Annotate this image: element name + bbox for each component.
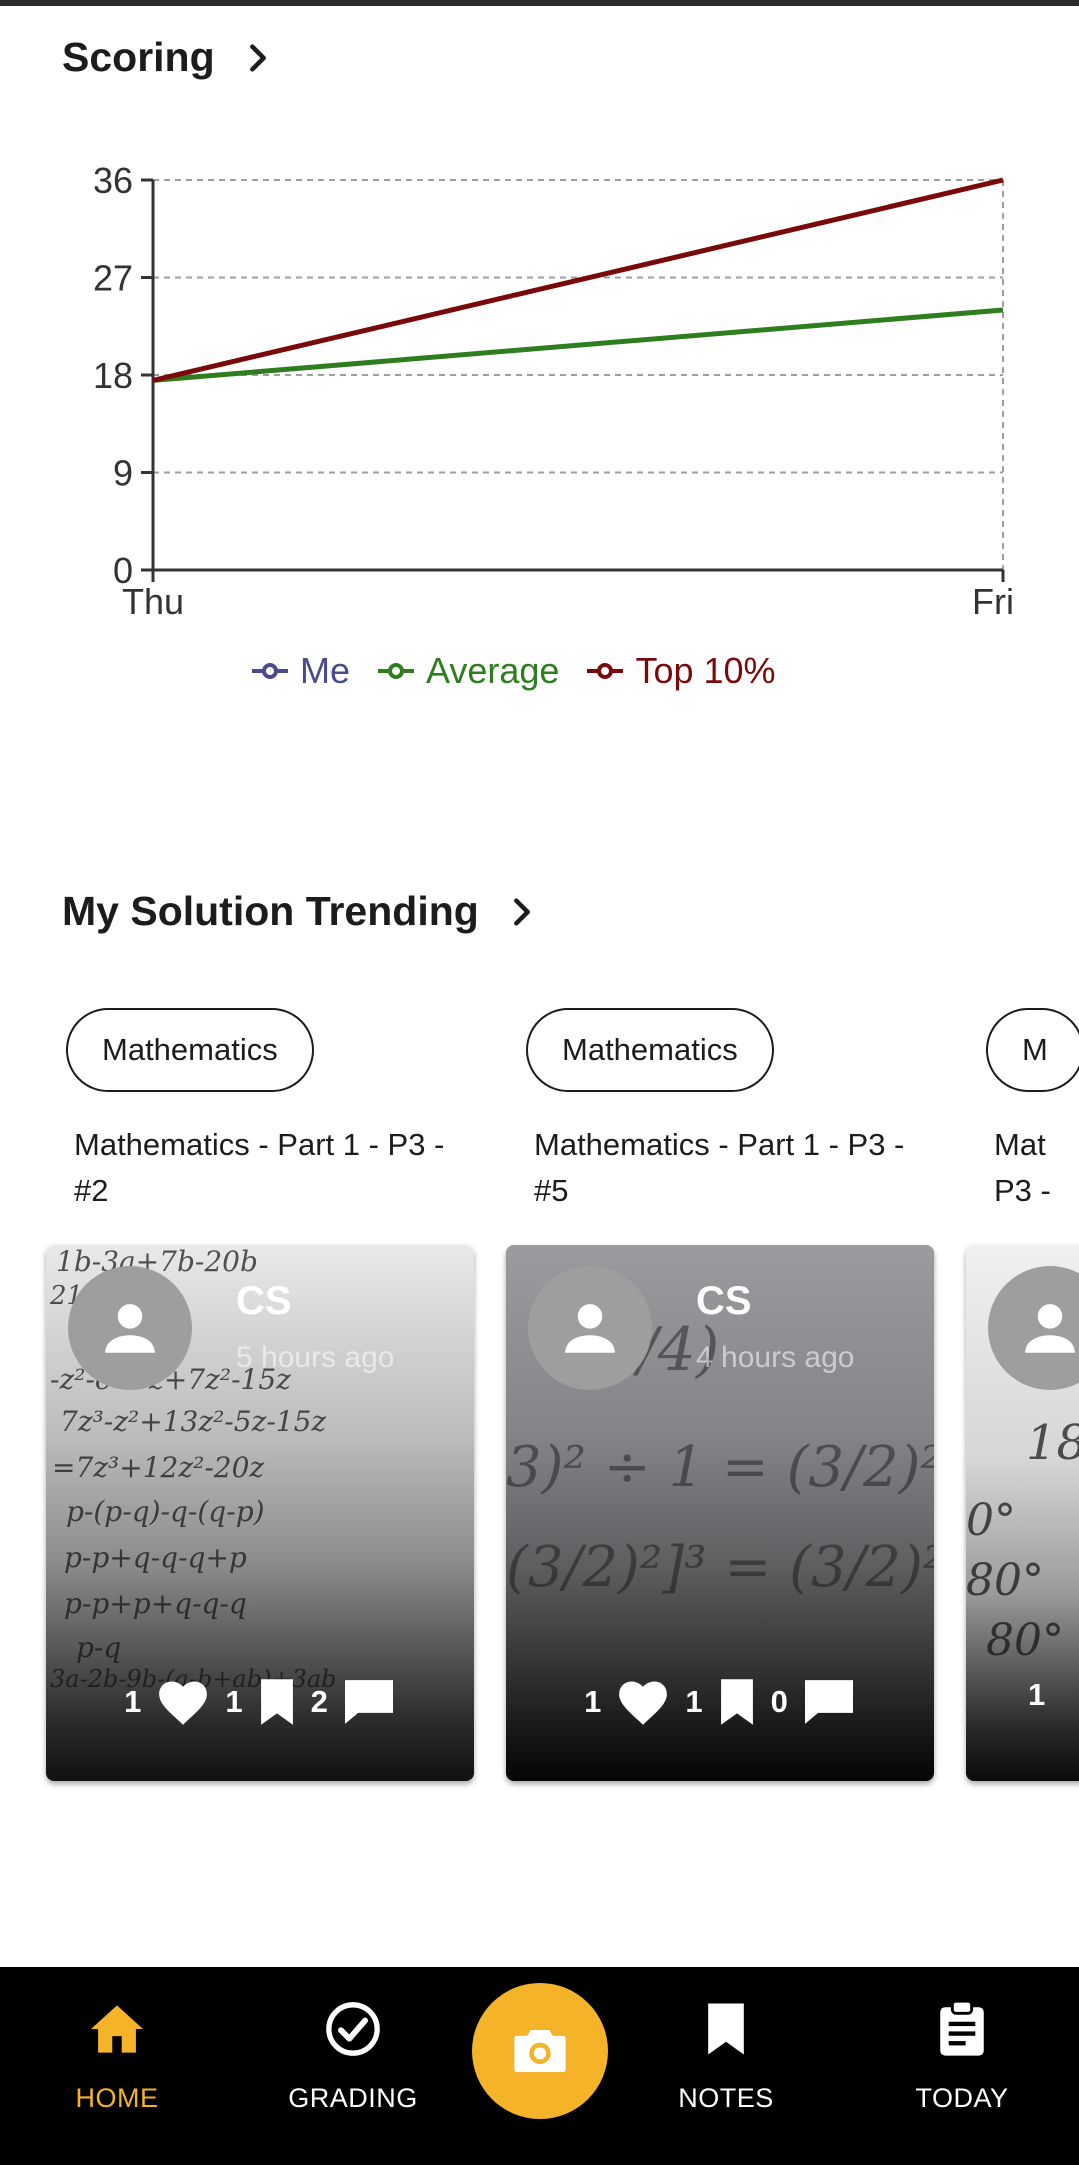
legend-marker-icon <box>378 663 415 679</box>
clipboard-icon <box>940 2000 984 2056</box>
nav-today[interactable]: TODAY <box>872 1967 1052 2165</box>
like-count: 1 <box>584 1684 602 1719</box>
bookmark-icon[interactable] <box>717 1677 757 1727</box>
avatar[interactable] <box>68 1266 192 1390</box>
comment-icon[interactable] <box>802 1678 856 1726</box>
nav-today-label: TODAY <box>915 2083 1009 2113</box>
heart-icon[interactable] <box>615 1677 671 1727</box>
save-count: 1 <box>225 1684 243 1719</box>
check-circle-icon <box>326 2002 380 2056</box>
solution-card[interactable]: 18 0° 80° 80° 1 <box>966 1245 1079 1781</box>
x-tick-label: Thu <box>122 581 184 622</box>
solution-title-line: P3 - <box>994 1173 1051 1208</box>
author-name: CS <box>236 1279 292 1323</box>
y-tick-label: 27 <box>93 258 133 299</box>
nav-grading[interactable]: GRADING <box>263 1967 443 2165</box>
scoring-chart: 09182736Thu Fri <box>93 160 1014 622</box>
author-name: CS <box>696 1279 752 1323</box>
y-tick-label: 18 <box>93 355 133 396</box>
series-line-average <box>152 307 1004 383</box>
chart-legend: Me Average Top 10% <box>250 650 776 692</box>
legend-label-average: Average <box>426 650 560 691</box>
card-stats: 1 1 0 <box>506 1677 934 1727</box>
comment-icon[interactable] <box>342 1678 396 1726</box>
comment-count: 2 <box>310 1684 328 1719</box>
x-tick-label: Fri <box>972 581 1014 622</box>
legend-item-average: Average <box>376 650 559 692</box>
scoring-title: Scoring <box>62 34 215 80</box>
scoring-header[interactable]: Scoring <box>62 34 275 81</box>
legend-marker-icon <box>252 663 288 679</box>
card-stats: 1 <box>966 1677 1079 1713</box>
like-count: 1 <box>124 1684 142 1719</box>
y-tick-label: 9 <box>113 453 133 494</box>
comment-count: 0 <box>770 1684 788 1719</box>
save-count: 1 <box>685 1684 703 1719</box>
nav-notes[interactable]: NOTES <box>636 1967 816 2165</box>
person-icon <box>1025 1304 1075 1353</box>
top-edge-bar <box>0 0 1079 6</box>
trending-title: My Solution Trending <box>62 888 479 934</box>
trending-header[interactable]: My Solution Trending <box>62 888 539 935</box>
subject-chip[interactable]: Mathematics <box>66 1008 314 1092</box>
post-time: 4 hours ago <box>696 1341 855 1374</box>
nav-home[interactable]: HOME <box>27 1967 207 2165</box>
chevron-right-icon <box>249 43 266 72</box>
solution-title-line: Mat <box>994 1127 1046 1162</box>
camera-button[interactable] <box>472 1983 608 2119</box>
bookmark-icon[interactable] <box>257 1677 297 1727</box>
post-time: 5 hours ago <box>236 1341 395 1374</box>
solution-title[interactable]: Mathematics - Part 1 - P3 - #5 <box>534 1122 924 1214</box>
avatar[interactable] <box>528 1266 652 1390</box>
solution-title[interactable]: Mathematics - Part 1 - P3 - #2 <box>74 1122 464 1214</box>
subject-chip[interactable]: Mathematics <box>526 1008 774 1092</box>
solution-title[interactable]: Mat P3 - <box>994 1122 1079 1214</box>
person-icon <box>105 1304 155 1353</box>
card-stats: 1 1 2 <box>46 1677 474 1727</box>
chevron-right-icon <box>513 897 530 926</box>
legend-label-me: Me <box>300 650 351 691</box>
camera-icon <box>514 2030 566 2072</box>
nav-home-label: HOME <box>75 2083 159 2113</box>
legend-item-top10: Top 10% <box>585 650 776 692</box>
solution-card[interactable]: 1b-3a+7b-20b 21b ab-7c -z²-c²-5z+7z²-15z… <box>46 1245 474 1781</box>
y-tick-label: 36 <box>93 160 133 201</box>
legend-marker-icon <box>587 663 624 679</box>
person-icon <box>565 1304 615 1353</box>
home-icon <box>91 2005 143 2053</box>
legend-item-me: Me <box>250 650 350 692</box>
nav-notes-label: NOTES <box>678 2083 774 2113</box>
bookmark-icon <box>708 2003 744 2055</box>
nav-grading-label: GRADING <box>288 2083 418 2113</box>
subject-chip[interactable]: M <box>986 1008 1079 1092</box>
series-line-top-10- <box>152 177 1004 383</box>
like-count: 1 <box>1028 1677 1046 1712</box>
legend-label-top10: Top 10% <box>635 650 776 691</box>
heart-icon[interactable] <box>155 1677 211 1727</box>
trending-carousel[interactable]: Mathematics Mathematics - Part 1 - P3 - … <box>0 1000 1079 1800</box>
solution-card[interactable]: (3/4) 3)² ÷ 1 = (3/2)² (3/2)²]³ = (3/2)²… <box>506 1245 934 1781</box>
